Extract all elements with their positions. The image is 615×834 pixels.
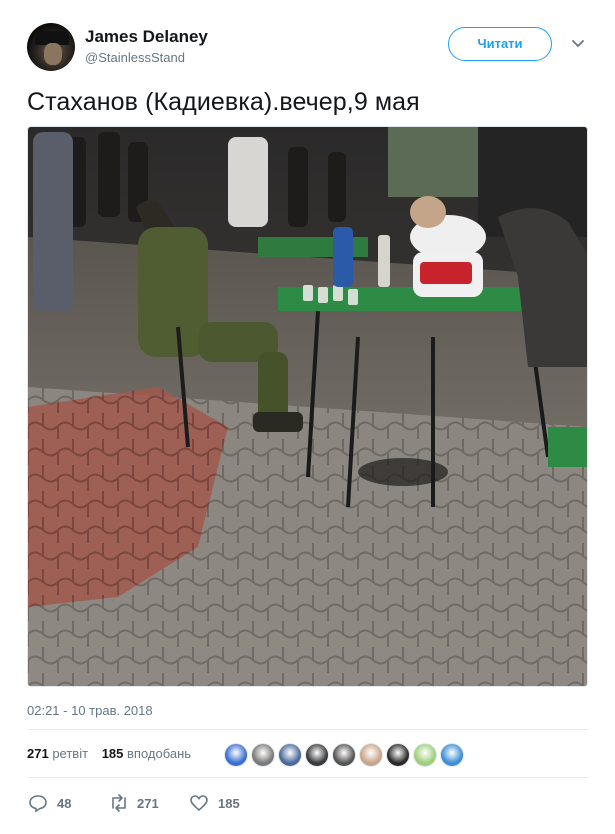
bearded-avatar[interactable] <box>386 743 410 767</box>
landscape-avatar[interactable] <box>440 743 464 767</box>
retweets-stat-count: 271 <box>27 746 49 761</box>
mountains-avatar[interactable] <box>278 743 302 767</box>
chevron-down-icon[interactable] <box>571 39 585 49</box>
photo-scene <box>28 127 587 686</box>
likes-stat[interactable]: 185 вподобань <box>102 746 191 761</box>
liker-avatars <box>224 743 467 769</box>
author-handle[interactable]: @StainlessStand <box>85 50 208 65</box>
author-display-name[interactable]: James Delaney <box>85 27 208 47</box>
person-avatar[interactable] <box>251 743 275 767</box>
divider-bottom <box>27 777 588 778</box>
retweet-button[interactable]: 271 <box>108 793 168 813</box>
tweet-stats: 271 ретвіт 185 вподобань <box>27 746 201 761</box>
like-count: 185 <box>218 796 240 811</box>
tweet-photo[interactable] <box>27 126 588 687</box>
person-avatar[interactable] <box>359 743 383 767</box>
retweet-icon <box>112 794 126 812</box>
author-avatar[interactable] <box>27 23 75 71</box>
divider-top <box>27 729 588 730</box>
tweet-header: James Delaney @StainlessStand Читати <box>27 23 592 75</box>
tweet-timestamp[interactable]: 02:21 - 10 трав. 2018 <box>27 703 153 718</box>
retweets-stat-label: ретвіт <box>52 746 89 761</box>
tweet-text: Стаханов (Кадиевка).вечер,9 мая <box>27 88 420 116</box>
author-name-block[interactable]: James Delaney @StainlessStand <box>85 27 208 65</box>
cartoon-avatar[interactable] <box>413 743 437 767</box>
retweets-stat[interactable]: 271 ретвіт <box>27 746 88 761</box>
like-button[interactable]: 185 <box>189 793 249 813</box>
likes-stat-count: 185 <box>101 746 124 761</box>
retweet-count: 271 <box>137 796 159 811</box>
heart-icon <box>190 795 208 812</box>
emblem-avatar[interactable] <box>224 743 248 767</box>
reply-count: 48 <box>57 796 72 811</box>
raccoon-avatar[interactable] <box>305 743 329 767</box>
reply-icon <box>29 795 47 813</box>
follow-button[interactable]: Читати <box>448 27 552 61</box>
portrait-avatar[interactable] <box>332 743 356 767</box>
reply-button[interactable]: 48 <box>28 793 78 813</box>
likes-stat-label: вподобань <box>127 746 192 761</box>
avatar-face <box>44 43 62 65</box>
